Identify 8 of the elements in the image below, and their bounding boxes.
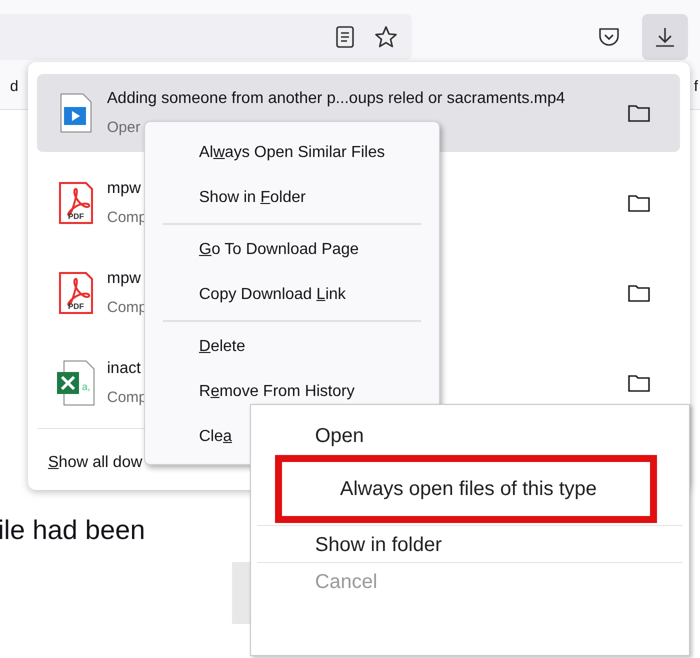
file-name: inact — [107, 358, 141, 379]
pdf-file-icon: PDF — [58, 181, 94, 225]
download-status: Oper — [107, 118, 140, 138]
caption-text: ile had been — [0, 514, 146, 547]
file-name: Adding someone from another p...oups reled or sacraments.mp4 — [107, 88, 566, 109]
file-name: mpw — [107, 178, 141, 199]
pdf-file-icon: PDF — [58, 271, 94, 315]
file-name: mpw — [107, 268, 141, 289]
